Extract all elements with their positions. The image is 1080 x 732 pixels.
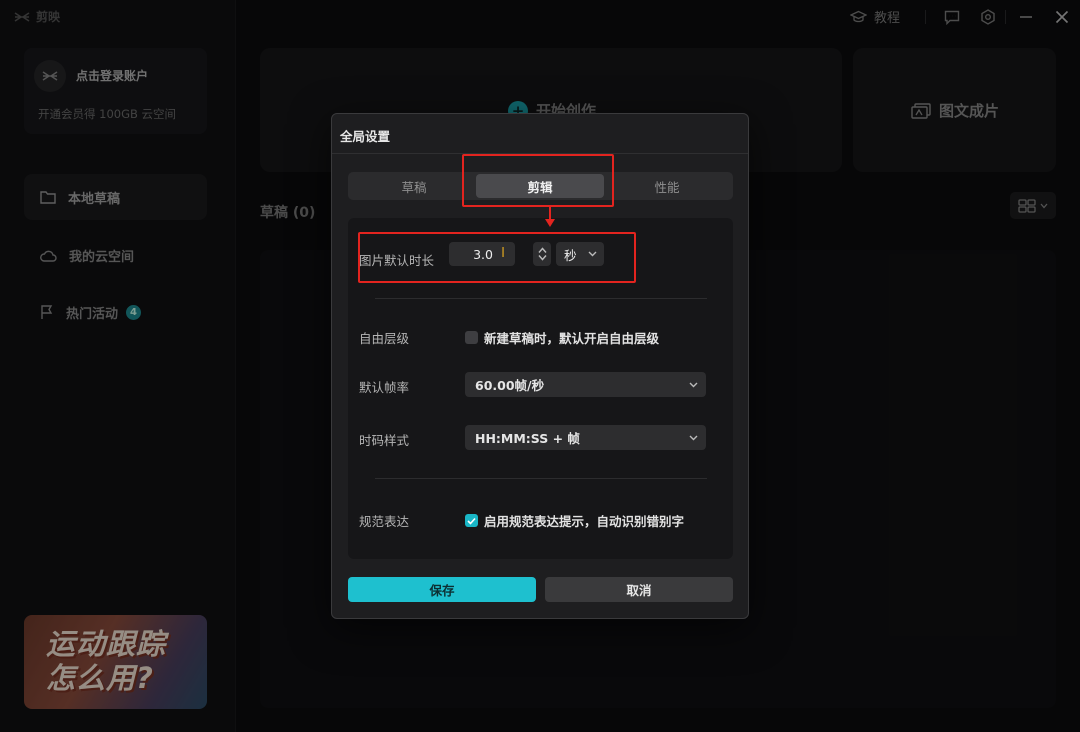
timecode-label: 时码样式: [359, 433, 410, 448]
tab-performance[interactable]: 性能: [603, 174, 731, 198]
timecode-select[interactable]: HH:MM:SS + 帧: [465, 425, 706, 450]
edit-tab-highlight: [462, 154, 614, 207]
standard-expression-option[interactable]: 启用规范表达提示，自动识别错别字: [465, 511, 684, 530]
standard-expression-option-text: 启用规范表达提示，自动识别错别字: [484, 514, 685, 529]
tab-drafts[interactable]: 草稿: [350, 174, 478, 198]
free-layer-checkbox[interactable]: [465, 331, 478, 344]
free-layer-option[interactable]: 新建草稿时，默认开启自由层级: [465, 328, 659, 347]
section-divider: [375, 298, 707, 299]
save-button[interactable]: 保存: [348, 577, 536, 602]
dialog-title: 全局设置: [340, 129, 391, 144]
cancel-button[interactable]: 取消: [545, 577, 733, 602]
frame-rate-label: 默认帧率: [359, 380, 410, 395]
frame-rate-value: 60.00帧/秒: [475, 378, 545, 393]
section-divider: [375, 478, 707, 479]
annotation-arrow-head: [545, 219, 555, 227]
standard-expression-checkbox[interactable]: [465, 514, 478, 527]
image-duration-highlight: [358, 232, 636, 283]
standard-expression-label: 规范表达: [359, 514, 410, 529]
free-layer-option-text: 新建草稿时，默认开启自由层级: [484, 331, 660, 346]
chevron-down-icon: [689, 435, 698, 440]
frame-rate-select[interactable]: 60.00帧/秒: [465, 372, 706, 397]
check-icon: [467, 517, 476, 525]
chevron-down-icon: [689, 382, 698, 387]
timecode-value: HH:MM:SS + 帧: [475, 431, 580, 446]
free-layer-label: 自由层级: [359, 331, 410, 346]
